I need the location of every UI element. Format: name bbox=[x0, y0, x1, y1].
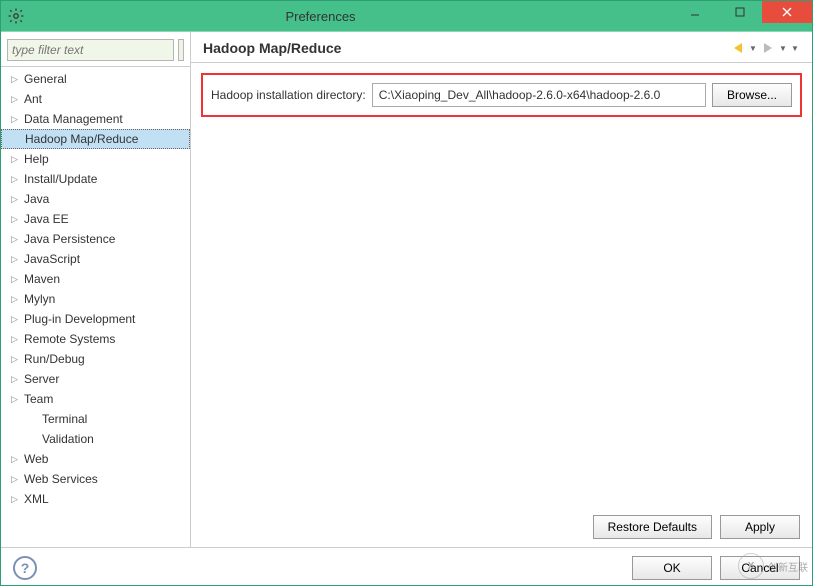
tree-item-label: Remote Systems bbox=[24, 332, 115, 346]
chevron-right-icon[interactable]: ▷ bbox=[11, 214, 21, 225]
chevron-right-icon[interactable]: ▷ bbox=[11, 294, 21, 305]
filter-clear-button[interactable] bbox=[178, 39, 184, 61]
browse-button[interactable]: Browse... bbox=[712, 83, 792, 107]
main-panel: Hadoop Map/Reduce ▼ ▼ ▼ Hadoop installat… bbox=[191, 32, 812, 547]
tree-item-label: Run/Debug bbox=[24, 352, 85, 366]
tree-item-java-ee[interactable]: ▷Java EE bbox=[1, 209, 190, 229]
tree-item-java[interactable]: ▷Java bbox=[1, 189, 190, 209]
tree-item-run-debug[interactable]: ▷Run/Debug bbox=[1, 349, 190, 369]
tree-item-xml[interactable]: ▷XML bbox=[1, 489, 190, 509]
chevron-right-icon[interactable]: ▷ bbox=[11, 94, 21, 105]
install-dir-input[interactable] bbox=[372, 83, 706, 107]
chevron-right-icon[interactable]: ▷ bbox=[11, 194, 21, 205]
tree-item-label: Web Services bbox=[24, 472, 98, 486]
tree-item-label: Mylyn bbox=[24, 292, 55, 306]
chevron-right-icon[interactable]: ▷ bbox=[11, 174, 21, 185]
main-header: Hadoop Map/Reduce ▼ ▼ ▼ bbox=[191, 32, 812, 63]
view-menu-icon[interactable]: ▼ bbox=[790, 40, 800, 56]
chevron-right-icon[interactable]: ▷ bbox=[11, 494, 21, 505]
main-footer: Restore Defaults Apply bbox=[191, 507, 812, 547]
chevron-right-icon[interactable]: ▷ bbox=[11, 154, 21, 165]
close-button[interactable] bbox=[762, 1, 812, 23]
page-title: Hadoop Map/Reduce bbox=[203, 40, 728, 56]
tree-item-label: Validation bbox=[42, 432, 94, 446]
tree-item-data-management[interactable]: ▷Data Management bbox=[1, 109, 190, 129]
chevron-right-icon[interactable]: ▷ bbox=[11, 394, 21, 405]
apply-button[interactable]: Apply bbox=[720, 515, 800, 539]
forward-menu-icon[interactable]: ▼ bbox=[778, 40, 788, 56]
chevron-right-icon[interactable]: ▷ bbox=[11, 74, 21, 85]
chevron-right-icon[interactable]: ▷ bbox=[11, 474, 21, 485]
minimize-button[interactable] bbox=[672, 1, 717, 23]
sidebar: ▷General▷Ant▷Data Management▷Hadoop Map/… bbox=[1, 32, 191, 547]
tree-item-label: JavaScript bbox=[24, 252, 80, 266]
cancel-button[interactable]: Cancel bbox=[720, 556, 800, 580]
content-area: ▷General▷Ant▷Data Management▷Hadoop Map/… bbox=[1, 31, 812, 547]
tree-item-maven[interactable]: ▷Maven bbox=[1, 269, 190, 289]
tree-item-label: Hadoop Map/Reduce bbox=[25, 132, 138, 146]
tree-item-web-services[interactable]: ▷Web Services bbox=[1, 469, 190, 489]
main-body: Hadoop installation directory: Browse... bbox=[191, 63, 812, 507]
chevron-right-icon[interactable]: ▷ bbox=[11, 274, 21, 285]
tree-item-hadoop-map-reduce[interactable]: ▷Hadoop Map/Reduce bbox=[1, 129, 190, 149]
back-icon[interactable] bbox=[730, 40, 746, 56]
tree-item-install-update[interactable]: ▷Install/Update bbox=[1, 169, 190, 189]
tree-item-javascript[interactable]: ▷JavaScript bbox=[1, 249, 190, 269]
filter-row bbox=[1, 32, 190, 67]
tree-item-label: Java bbox=[24, 192, 49, 206]
highlighted-section: Hadoop installation directory: Browse... bbox=[201, 73, 802, 117]
tree-item-label: Install/Update bbox=[24, 172, 97, 186]
help-icon[interactable]: ? bbox=[13, 556, 37, 580]
chevron-right-icon[interactable]: ▷ bbox=[11, 334, 21, 345]
chevron-right-icon[interactable]: ▷ bbox=[11, 254, 21, 265]
tree-item-validation[interactable]: ▷Validation bbox=[1, 429, 190, 449]
tree-item-plug-in-development[interactable]: ▷Plug-in Development bbox=[1, 309, 190, 329]
tree-item-label: Team bbox=[24, 392, 53, 406]
tree-item-label: Maven bbox=[24, 272, 60, 286]
install-dir-label: Hadoop installation directory: bbox=[211, 88, 366, 102]
tree-item-java-persistence[interactable]: ▷Java Persistence bbox=[1, 229, 190, 249]
tree-item-web[interactable]: ▷Web bbox=[1, 449, 190, 469]
chevron-right-icon[interactable]: ▷ bbox=[11, 314, 21, 325]
tree-item-label: Web bbox=[24, 452, 48, 466]
window-title: Preferences bbox=[0, 9, 672, 24]
tree-item-label: Terminal bbox=[42, 412, 87, 426]
tree-item-label: Help bbox=[24, 152, 49, 166]
tree-item-remote-systems[interactable]: ▷Remote Systems bbox=[1, 329, 190, 349]
chevron-right-icon[interactable]: ▷ bbox=[11, 114, 21, 125]
bottom-bar: ? OK Cancel bbox=[1, 547, 812, 587]
chevron-right-icon[interactable]: ▷ bbox=[11, 374, 21, 385]
preferences-tree[interactable]: ▷General▷Ant▷Data Management▷Hadoop Map/… bbox=[1, 67, 190, 547]
tree-item-server[interactable]: ▷Server bbox=[1, 369, 190, 389]
tree-item-label: Server bbox=[24, 372, 59, 386]
chevron-right-icon[interactable]: ▷ bbox=[11, 354, 21, 365]
tree-item-label: XML bbox=[24, 492, 49, 506]
tree-item-general[interactable]: ▷General bbox=[1, 69, 190, 89]
chevron-right-icon[interactable]: ▷ bbox=[11, 234, 21, 245]
tree-item-label: Plug-in Development bbox=[24, 312, 135, 326]
filter-input[interactable] bbox=[7, 39, 174, 61]
tree-item-ant[interactable]: ▷Ant bbox=[1, 89, 190, 109]
tree-item-label: Data Management bbox=[24, 112, 123, 126]
title-bar: Preferences bbox=[1, 1, 812, 31]
forward-icon[interactable] bbox=[760, 40, 776, 56]
tree-item-label: General bbox=[24, 72, 67, 86]
ok-button[interactable]: OK bbox=[632, 556, 712, 580]
restore-defaults-button[interactable]: Restore Defaults bbox=[593, 515, 712, 539]
tree-item-label: Ant bbox=[24, 92, 42, 106]
tree-item-label: Java Persistence bbox=[24, 232, 115, 246]
back-menu-icon[interactable]: ▼ bbox=[748, 40, 758, 56]
tree-item-terminal[interactable]: ▷Terminal bbox=[1, 409, 190, 429]
tree-item-team[interactable]: ▷Team bbox=[1, 389, 190, 409]
tree-item-help[interactable]: ▷Help bbox=[1, 149, 190, 169]
maximize-button[interactable] bbox=[717, 1, 762, 23]
tree-item-mylyn[interactable]: ▷Mylyn bbox=[1, 289, 190, 309]
chevron-right-icon[interactable]: ▷ bbox=[11, 454, 21, 465]
tree-item-label: Java EE bbox=[24, 212, 69, 226]
window-controls bbox=[672, 1, 812, 31]
